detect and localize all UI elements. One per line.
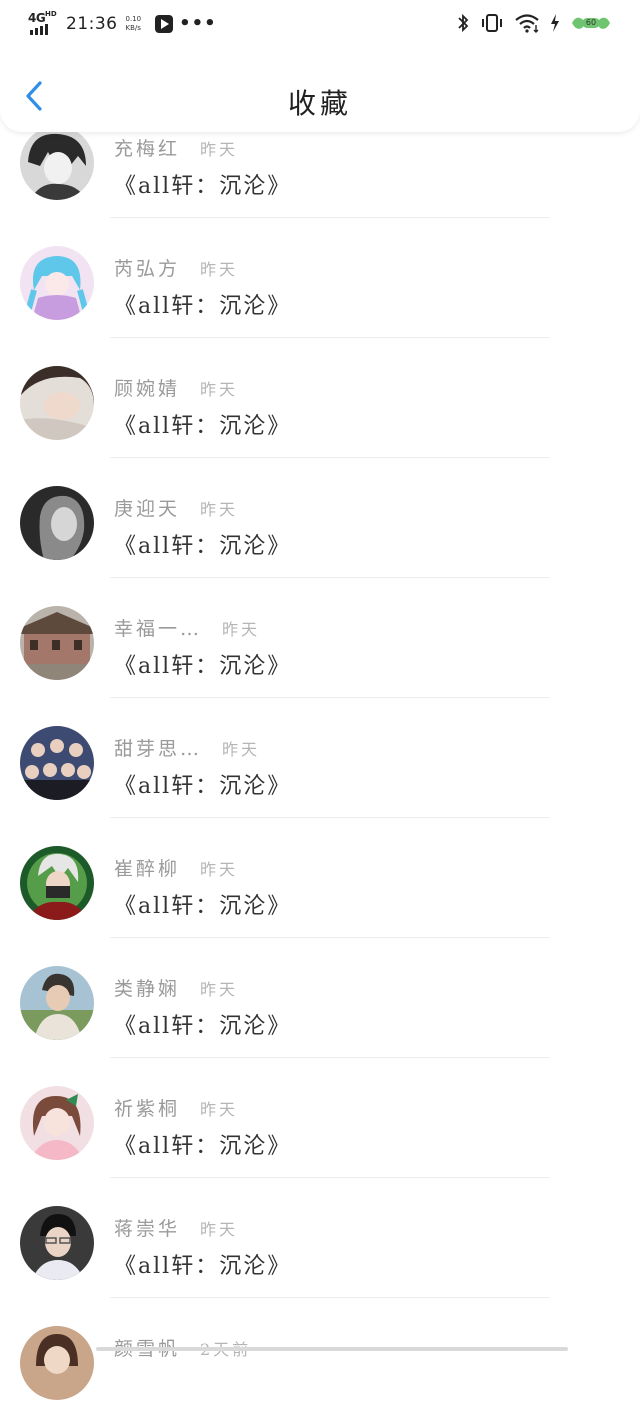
avatar[interactable] xyxy=(20,1086,94,1160)
book-title: 《all轩：沉沦》 xyxy=(114,1254,292,1279)
user-name: 类静娴 xyxy=(114,978,181,1000)
timestamp: 昨天 xyxy=(200,500,239,519)
wifi-icon xyxy=(515,14,539,33)
signal-icon: 4G HD xyxy=(28,10,58,36)
avatar[interactable] xyxy=(20,846,94,920)
clock: 21:36 xyxy=(66,14,118,34)
user-name: 蒋崇华 xyxy=(114,1218,181,1240)
more-notifications-icon: ••• xyxy=(179,13,217,34)
timestamp: 昨天 xyxy=(200,380,239,399)
list-item[interactable]: 庚迎天 昨天 《all轩：沉沦》 xyxy=(0,458,640,578)
timestamp: 昨天 xyxy=(200,140,239,159)
avatar[interactable] xyxy=(20,966,94,1040)
list-item[interactable]: 顾婉婧 昨天 《all轩：沉沦》 xyxy=(0,338,640,458)
play-icon xyxy=(155,15,174,33)
scroll-indicator[interactable] xyxy=(96,1347,568,1351)
speed-value: 0.10 xyxy=(125,15,142,23)
avatar[interactable] xyxy=(20,726,94,800)
network-hd: HD xyxy=(45,10,57,18)
user-name: 甜芽思… xyxy=(114,738,203,760)
user-name: 祈紫桐 xyxy=(114,1098,181,1120)
timestamp: 昨天 xyxy=(200,1100,239,1119)
network-type: 4G xyxy=(28,11,46,25)
list-item[interactable]: 崔醉柳 昨天 《all轩：沉沦》 xyxy=(0,818,640,938)
timestamp: 昨天 xyxy=(222,620,261,639)
list-item[interactable]: 甜芽思… 昨天 《all轩：沉沦》 xyxy=(0,698,640,818)
speed-unit: KB/s xyxy=(125,24,141,32)
user-name: 幸福一… xyxy=(114,618,203,640)
timestamp: 昨天 xyxy=(200,860,239,879)
book-title: 《all轩：沉沦》 xyxy=(114,894,292,919)
book-title: 《all轩：沉沦》 xyxy=(114,1134,292,1159)
user-name: 崔醉柳 xyxy=(114,858,181,880)
list-item[interactable]: 祈紫桐 昨天 《all轩：沉沦》 xyxy=(0,1058,640,1178)
avatar[interactable] xyxy=(20,126,94,200)
avatar[interactable] xyxy=(20,366,94,440)
timestamp: 昨天 xyxy=(222,740,261,759)
avatar[interactable] xyxy=(20,1326,94,1400)
book-title: 《all轩：沉沦》 xyxy=(114,294,292,319)
status-bar: 4G HD 21:36 0.10 KB/s ••• 60 xyxy=(0,0,640,50)
avatar[interactable] xyxy=(20,1206,94,1280)
vibrate-icon xyxy=(482,14,502,32)
book-title: 《all轩：沉沦》 xyxy=(114,174,292,199)
avatar[interactable] xyxy=(20,246,94,320)
book-title: 《all轩：沉沦》 xyxy=(114,774,292,799)
list-item[interactable]: 类静娴 昨天 《all轩：沉沦》 xyxy=(0,938,640,1058)
list-item[interactable]: 蒋崇华 昨天 《all轩：沉沦》 xyxy=(0,1178,640,1298)
page-title: 收藏 xyxy=(287,87,352,120)
book-title: 《all轩：沉沦》 xyxy=(114,654,292,679)
avatar[interactable] xyxy=(20,606,94,680)
battery-level: 60 xyxy=(585,18,597,27)
user-name: 顾婉婧 xyxy=(114,378,181,400)
timestamp: 昨天 xyxy=(200,1220,239,1239)
user-name: 庚迎天 xyxy=(114,498,181,520)
network-speed: 0.10 KB/s xyxy=(126,15,142,33)
book-title: 《all轩：沉沦》 xyxy=(114,1014,292,1039)
app-header: 收藏 xyxy=(0,50,640,132)
user-name: 芮弘方 xyxy=(114,258,181,280)
book-title: 《all轩：沉沦》 xyxy=(114,534,292,559)
avatar[interactable] xyxy=(20,486,94,560)
charging-icon xyxy=(551,14,559,32)
timestamp: 昨天 xyxy=(200,980,239,999)
battery-icon: 60 xyxy=(570,14,612,32)
bluetooth-icon xyxy=(458,13,469,33)
favorites-list: 充梅红 昨天 《all轩：沉沦》 芮弘方 昨天 《all轩：沉沦》 顾婉婧 昨天… xyxy=(0,98,640,1418)
list-item[interactable]: 芮弘方 昨天 《all轩：沉沦》 xyxy=(0,218,640,338)
timestamp: 昨天 xyxy=(200,260,239,279)
list-item[interactable]: 幸福一… 昨天 《all轩：沉沦》 xyxy=(0,578,640,698)
book-title: 《all轩：沉沦》 xyxy=(114,414,292,439)
user-name: 充梅红 xyxy=(114,138,181,160)
list-item[interactable]: 颜雪帆 2天前 xyxy=(0,1298,640,1418)
